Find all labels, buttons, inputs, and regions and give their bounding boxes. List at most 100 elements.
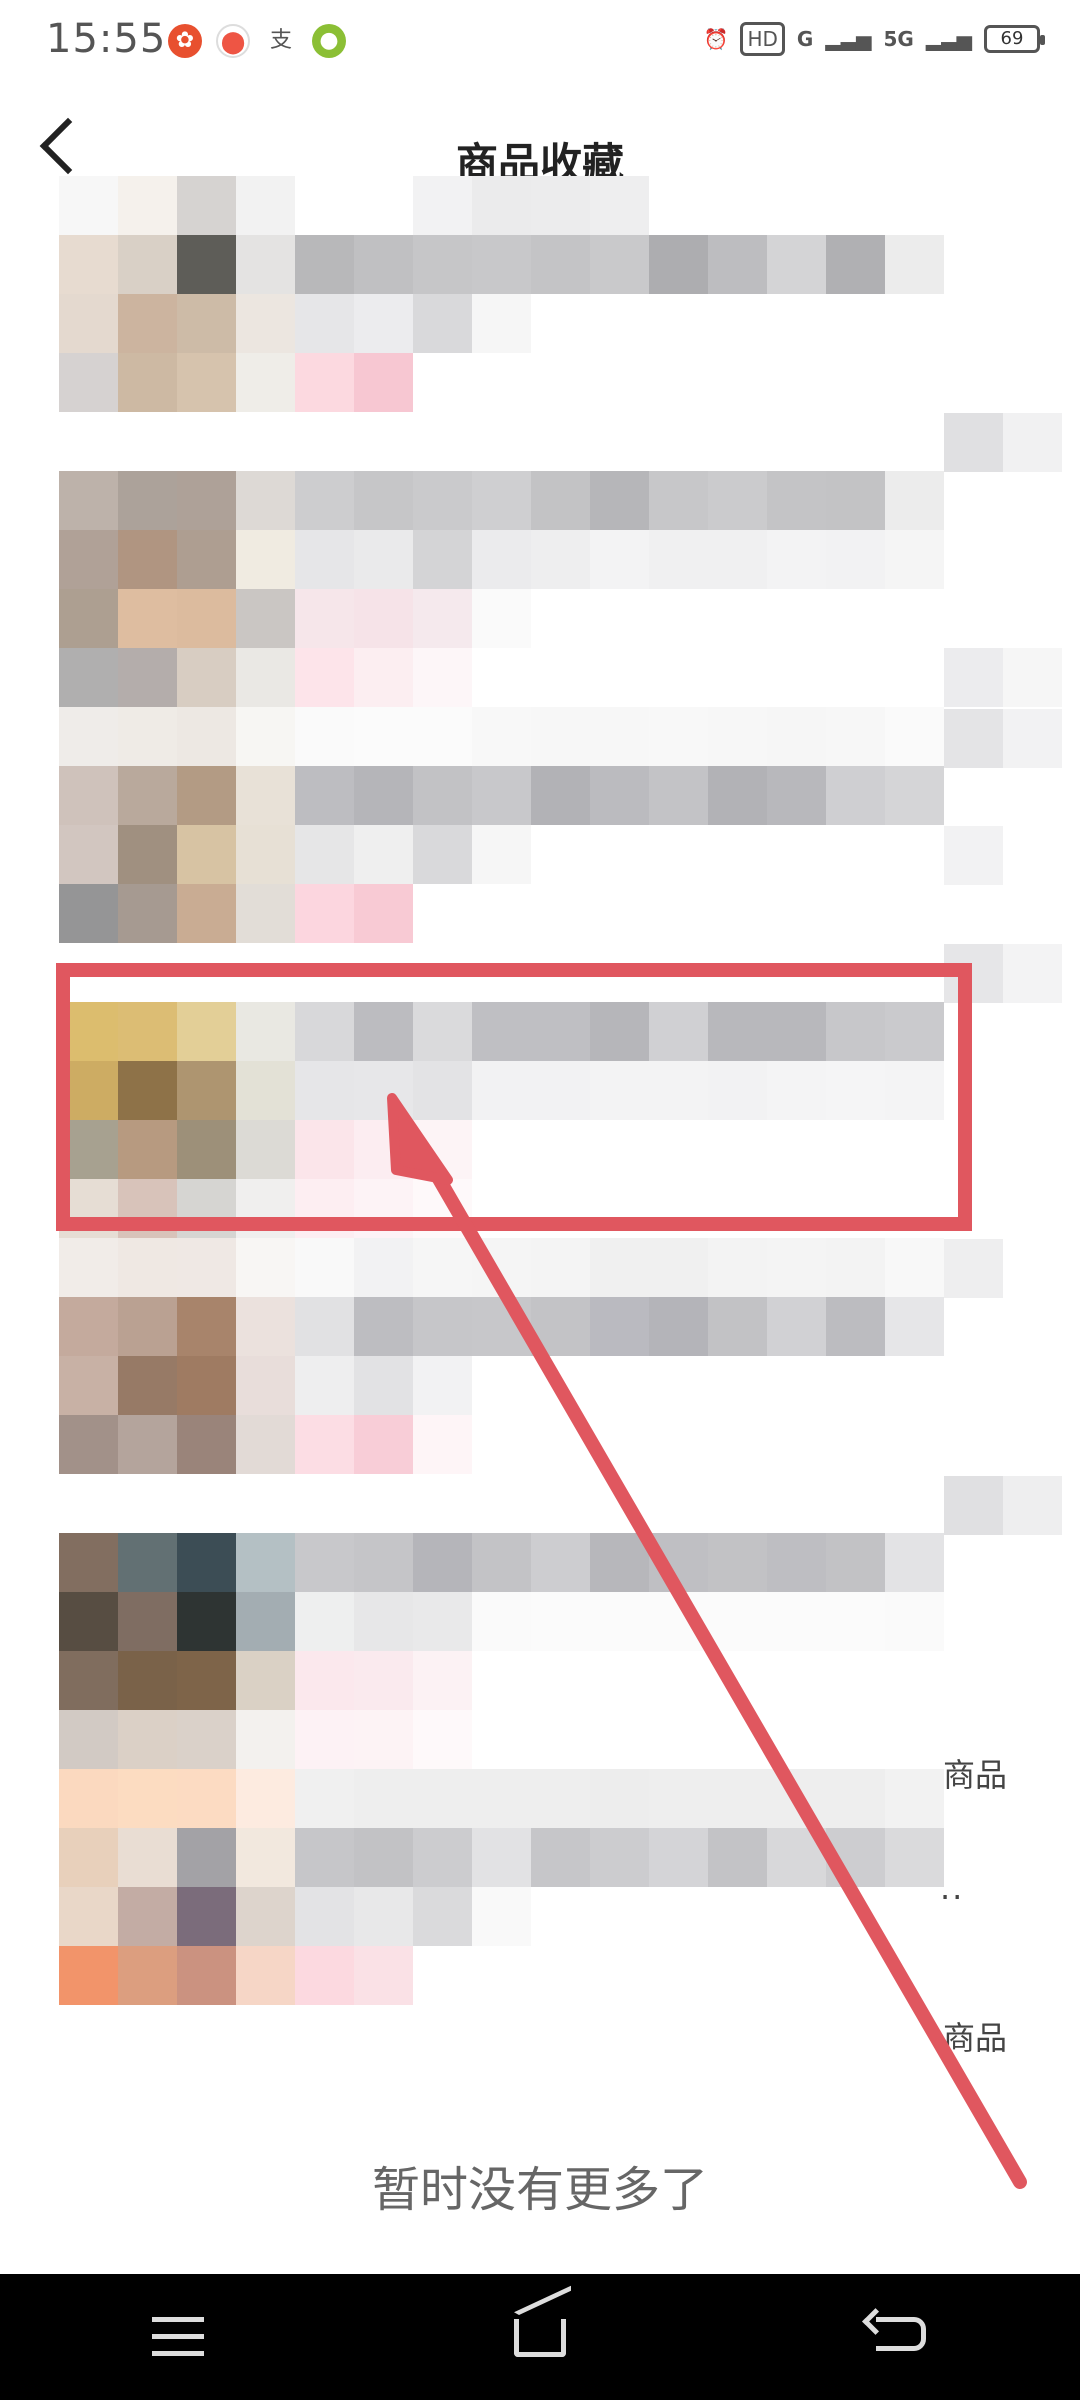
mosaic-tile: [472, 471, 531, 530]
mosaic-tile: [649, 471, 708, 530]
mosaic-tile: [885, 707, 944, 766]
mosaic-tile: [885, 530, 944, 589]
menu-icon[interactable]: [140, 2297, 220, 2377]
mosaic-tile: [885, 1769, 944, 1828]
mosaic-tile: [472, 1828, 531, 1887]
mosaic-tile: [708, 471, 767, 530]
home-icon[interactable]: [500, 2297, 580, 2377]
mosaic-tile: [826, 1533, 885, 1592]
mosaic-tile: [295, 707, 354, 766]
mosaic-tile: [177, 1533, 236, 1592]
mosaic-tile: [354, 1946, 413, 2005]
mosaic-tile: [590, 1828, 649, 1887]
mosaic-tile: [767, 1533, 826, 1592]
mosaic-tile: [944, 1239, 1003, 1298]
mosaic-tile: [118, 1356, 177, 1415]
mosaic-tile: [118, 1651, 177, 1710]
mosaic-tile: [118, 353, 177, 412]
mosaic-tile: [236, 1415, 295, 1474]
mosaic-tile: [177, 1710, 236, 1769]
mosaic-tile: [472, 1592, 531, 1651]
mosaic-tile: [177, 884, 236, 943]
mosaic-tile: [413, 1238, 472, 1297]
mosaic-tile: [944, 648, 1003, 707]
mosaic-tile: [590, 1769, 649, 1828]
mosaic-tile: [118, 1415, 177, 1474]
mosaic-tile: [295, 1887, 354, 1946]
mosaic-tile: [236, 235, 295, 294]
mosaic-tile: [767, 1828, 826, 1887]
mosaic-tile: [472, 1887, 531, 1946]
mosaic-tile: [885, 1533, 944, 1592]
mosaic-tile: [177, 1415, 236, 1474]
mosaic-tile: [531, 1238, 590, 1297]
mosaic-tile: [118, 1946, 177, 2005]
mosaic-tile: [59, 1710, 118, 1769]
mosaic-tile: [295, 1946, 354, 2005]
mosaic-tile: [354, 1297, 413, 1356]
mosaic-tile: [59, 1533, 118, 1592]
more-ellipsis[interactable]: ··: [940, 1878, 964, 1916]
mosaic-tile: [295, 235, 354, 294]
mosaic-tile: [118, 1238, 177, 1297]
mosaic-tile: [295, 648, 354, 707]
mosaic-tile: [118, 648, 177, 707]
mosaic-tile: [59, 648, 118, 707]
mosaic-tile: [177, 825, 236, 884]
mosaic-tile: [59, 589, 118, 648]
mosaic-tile: [295, 353, 354, 412]
system-nav-bar: [0, 2274, 1080, 2400]
mosaic-tile: [531, 1769, 590, 1828]
mosaic-tile: [531, 530, 590, 589]
mosaic-tile: [944, 826, 1003, 885]
mosaic-tile: [413, 1592, 472, 1651]
mosaic-tile: [118, 884, 177, 943]
mosaic-tile: [472, 707, 531, 766]
mosaic-tile: [413, 530, 472, 589]
mosaic-tile: [59, 1946, 118, 2005]
mosaic-tile: [59, 1415, 118, 1474]
mosaic-tile: [118, 235, 177, 294]
mosaic-tile: [177, 530, 236, 589]
mosaic-tile: [295, 766, 354, 825]
mosaic-tile: [413, 589, 472, 648]
mosaic-tile: [177, 1592, 236, 1651]
screen: 15:55 ✿ ⬤ 支 ● ⏰ HD G ▂▃▅ 5G ▂▃▅ 69 商品收藏 …: [0, 0, 1080, 2400]
mosaic-tile: [236, 1887, 295, 1946]
mosaic-tile: [1003, 648, 1062, 707]
mosaic-tile: [295, 471, 354, 530]
mosaic-tile: [413, 707, 472, 766]
mosaic-tile: [472, 1297, 531, 1356]
mosaic-tile: [177, 1946, 236, 2005]
mosaic-tile: [413, 1769, 472, 1828]
mosaic-tile: [649, 1828, 708, 1887]
mosaic-tile: [295, 294, 354, 353]
mosaic-tile: [826, 235, 885, 294]
mosaic-tile: [59, 471, 118, 530]
mosaic-tile: [236, 825, 295, 884]
back-icon[interactable]: [860, 2297, 940, 2377]
mosaic-tile: [177, 1297, 236, 1356]
mosaic-tile: [59, 1828, 118, 1887]
mosaic-tile: [118, 1769, 177, 1828]
mosaic-tile: [59, 766, 118, 825]
mosaic-tile: [354, 1828, 413, 1887]
mosaic-tile: [236, 1297, 295, 1356]
mosaic-tile: [118, 176, 177, 235]
mosaic-tile: [708, 235, 767, 294]
mosaic-tile: [59, 1238, 118, 1297]
mosaic-tile: [649, 766, 708, 825]
mosaic-tile: [885, 1238, 944, 1297]
mosaic-tile: [767, 471, 826, 530]
mosaic-tile: [1003, 709, 1062, 768]
mosaic-tile: [118, 589, 177, 648]
mosaic-tile: [649, 235, 708, 294]
mosaic-tile: [708, 707, 767, 766]
mosaic-tile: [413, 766, 472, 825]
mosaic-tile: [590, 1238, 649, 1297]
mosaic-tile: [1003, 944, 1062, 1003]
mosaic-tile: [236, 884, 295, 943]
mosaic-tile: [531, 176, 590, 235]
mosaic-tile: [354, 707, 413, 766]
mosaic-tile: [118, 1710, 177, 1769]
